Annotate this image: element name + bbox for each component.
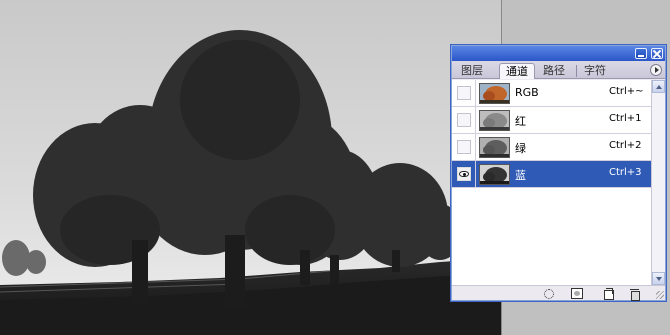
- divider: [475, 134, 476, 161]
- visibility-toggle[interactable]: [457, 86, 471, 100]
- load-selection-icon[interactable]: [543, 288, 555, 299]
- visibility-toggle[interactable]: [457, 113, 471, 127]
- channel-shortcut: Ctrl+3: [609, 167, 642, 178]
- channel-name: 红: [515, 115, 526, 128]
- channel-shortcut: Ctrl+~: [609, 86, 644, 97]
- channel-list: RGB Ctrl+~ 红 Ctrl+1 绿 Ctrl+2 蓝 Ctrl+3: [452, 80, 651, 285]
- divider: [475, 161, 476, 188]
- channel-name: 绿: [515, 142, 526, 155]
- scroll-down-icon[interactable]: [652, 272, 665, 285]
- visibility-toggle[interactable]: [457, 167, 471, 181]
- divider: [475, 80, 476, 107]
- tab-channels[interactable]: 通道: [499, 63, 535, 79]
- channel-name: 蓝: [515, 169, 526, 182]
- visibility-toggle[interactable]: [457, 140, 471, 154]
- new-channel-icon[interactable]: [603, 288, 615, 300]
- tab-layers[interactable]: 图层: [455, 63, 489, 79]
- channel-row-green[interactable]: 绿 Ctrl+2: [452, 134, 651, 161]
- close-icon[interactable]: [651, 48, 663, 59]
- channel-thumbnail: [479, 110, 510, 131]
- channel-name: RGB: [515, 86, 539, 99]
- channel-row-red[interactable]: 红 Ctrl+1: [452, 107, 651, 134]
- panel-menu-icon[interactable]: [650, 64, 662, 76]
- channel-list-scrollbar[interactable]: [651, 80, 665, 285]
- tab-separator: [576, 65, 577, 77]
- channel-row-blue[interactable]: 蓝 Ctrl+3: [452, 161, 651, 188]
- channel-thumbnail: [479, 137, 510, 158]
- panel-titlebar[interactable]: [452, 46, 665, 61]
- eye-icon: [459, 171, 469, 177]
- channel-row-rgb[interactable]: RGB Ctrl+~: [452, 80, 651, 107]
- channel-shortcut: Ctrl+2: [609, 140, 642, 151]
- tab-character[interactable]: 字符: [578, 63, 612, 79]
- resize-grip-icon[interactable]: [656, 291, 664, 299]
- save-selection-icon[interactable]: [571, 288, 583, 299]
- channel-shortcut: Ctrl+1: [609, 113, 642, 124]
- channels-panel: 图层 通道 路径 字符 RGB Ctrl+~ 红 Ctrl+1 绿 Ctrl+2…: [451, 45, 666, 301]
- minimize-icon[interactable]: [635, 48, 647, 59]
- channel-thumbnail: [479, 83, 510, 104]
- delete-channel-icon[interactable]: [629, 288, 641, 301]
- tab-paths[interactable]: 路径: [537, 63, 571, 79]
- panel-footer: [452, 285, 665, 301]
- tree-photo: [0, 0, 501, 335]
- panel-tabs: 图层 通道 路径 字符: [452, 61, 665, 79]
- channel-thumbnail: [479, 164, 510, 185]
- document-canvas[interactable]: [0, 0, 502, 335]
- scroll-up-icon[interactable]: [652, 80, 665, 93]
- divider: [475, 107, 476, 134]
